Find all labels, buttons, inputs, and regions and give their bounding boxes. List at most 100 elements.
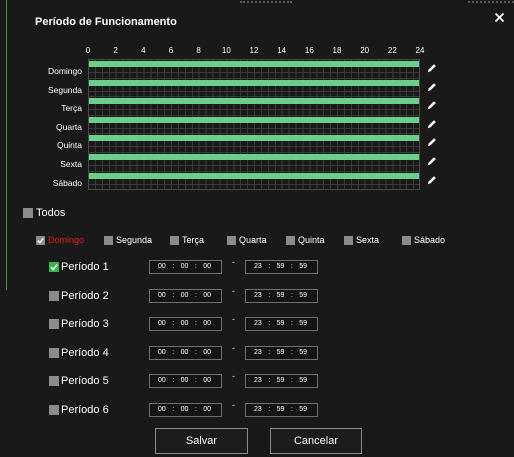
start-second[interactable]: 00 <box>203 263 211 271</box>
pencil-icon[interactable] <box>427 63 437 73</box>
time-separator: : <box>290 320 293 327</box>
period-2-checkbox[interactable] <box>49 291 59 301</box>
end-hour[interactable]: 23 <box>254 320 262 328</box>
end-minute[interactable]: 59 <box>277 263 285 271</box>
start-second[interactable]: 00 <box>203 320 211 328</box>
period-6-checkbox[interactable] <box>49 405 59 415</box>
start-hour[interactable]: 00 <box>158 406 166 414</box>
period-4-label: Período 4 <box>61 347 109 359</box>
pencil-icon[interactable] <box>427 175 437 185</box>
schedule-bar[interactable] <box>88 61 420 67</box>
end-minute[interactable]: 59 <box>277 377 285 385</box>
end-second[interactable]: 59 <box>299 349 307 357</box>
time-separator: : <box>194 292 197 299</box>
period-1-label: Período 1 <box>61 261 109 273</box>
schedule-row-domingo: Domingo <box>0 59 450 78</box>
day-checkbox-sexta[interactable] <box>344 236 353 245</box>
start-second[interactable]: 00 <box>203 377 211 385</box>
day-checkbox-sabado[interactable] <box>402 236 411 245</box>
period-2-end-time[interactable]: 23 : 59 : 59 <box>245 289 318 303</box>
end-second[interactable]: 59 <box>299 263 307 271</box>
start-second[interactable]: 00 <box>203 349 211 357</box>
day-option-quarta: Quarta <box>227 235 287 246</box>
end-minute[interactable]: 59 <box>277 292 285 300</box>
schedule-track[interactable] <box>88 114 420 134</box>
period-1-start-time[interactable]: 00 : 00 : 00 <box>149 260 222 274</box>
end-minute[interactable]: 59 <box>277 320 285 328</box>
schedule-bar[interactable] <box>88 154 420 160</box>
schedule-track[interactable] <box>88 133 420 152</box>
day-checkbox-quarta[interactable] <box>227 236 236 245</box>
period-3-end-time[interactable]: 23 : 59 : 59 <box>245 317 318 331</box>
end-second[interactable]: 59 <box>299 320 307 328</box>
schedule-bar[interactable] <box>88 172 420 179</box>
schedule-track[interactable] <box>88 96 420 115</box>
cancel-button[interactable]: Cancelar <box>270 428 362 454</box>
day-checkbox-segunda[interactable] <box>104 236 113 245</box>
period-4-checkbox[interactable] <box>49 348 59 358</box>
schedule-bar[interactable] <box>88 135 420 142</box>
period-1-end-time[interactable]: 23 : 59 : 59 <box>245 260 318 274</box>
pencil-icon[interactable] <box>427 156 437 166</box>
pencil-icon[interactable] <box>427 119 437 129</box>
save-button[interactable]: Salvar <box>155 428 248 454</box>
schedule-bar[interactable] <box>88 98 420 105</box>
end-second[interactable]: 59 <box>299 406 307 414</box>
pencil-icon[interactable] <box>427 100 437 110</box>
end-hour[interactable]: 23 <box>254 406 262 414</box>
start-minute[interactable]: 00 <box>181 377 189 385</box>
period-5-end-time[interactable]: 23 : 59 : 59 <box>245 374 318 388</box>
end-hour[interactable]: 23 <box>254 377 262 385</box>
start-hour[interactable]: 00 <box>158 292 166 300</box>
period-5-start-time[interactable]: 00 : 00 : 00 <box>149 374 222 388</box>
schedule-row-terca: Terça <box>0 96 450 115</box>
period-1-checkbox[interactable] <box>49 262 59 272</box>
day-checkbox-domingo[interactable] <box>36 236 45 245</box>
end-hour[interactable]: 23 <box>254 263 262 271</box>
start-second[interactable]: 00 <box>203 292 211 300</box>
period-6-start-time[interactable]: 00 : 00 : 00 <box>149 403 222 417</box>
end-minute[interactable]: 59 <box>277 406 285 414</box>
schedule-track[interactable] <box>88 77 420 97</box>
period-5-checkbox[interactable] <box>49 376 59 386</box>
schedule-track[interactable] <box>88 170 420 190</box>
start-minute[interactable]: 00 <box>181 263 189 271</box>
start-hour[interactable]: 00 <box>158 263 166 271</box>
period-4-end-time[interactable]: 23 : 59 : 59 <box>245 346 318 360</box>
start-hour[interactable]: 00 <box>158 320 166 328</box>
start-minute[interactable]: 00 <box>181 406 189 414</box>
period-6-end-time[interactable]: 23 : 59 : 59 <box>245 403 318 417</box>
pencil-icon[interactable] <box>427 137 437 147</box>
day-label: Sábado <box>52 177 82 188</box>
day-checkbox-quinta[interactable] <box>286 236 295 245</box>
start-hour[interactable]: 00 <box>158 377 166 385</box>
close-icon[interactable] <box>494 12 505 23</box>
end-second[interactable]: 59 <box>299 292 307 300</box>
schedule-track[interactable] <box>88 152 420 171</box>
schedule-bar[interactable] <box>88 116 420 123</box>
end-second[interactable]: 59 <box>299 377 307 385</box>
day-label: Quarta <box>56 121 82 132</box>
period-2-start-time[interactable]: 00 : 00 : 00 <box>149 289 222 303</box>
period-3-start-time[interactable]: 00 : 00 : 00 <box>149 317 222 331</box>
start-second[interactable]: 00 <box>203 406 211 414</box>
pencil-icon[interactable] <box>427 82 437 92</box>
start-minute[interactable]: 00 <box>181 320 189 328</box>
range-separator: - <box>232 286 235 296</box>
end-hour[interactable]: 23 <box>254 349 262 357</box>
select-all-checkbox[interactable] <box>23 208 33 218</box>
start-minute[interactable]: 00 <box>181 292 189 300</box>
end-hour[interactable]: 23 <box>254 292 262 300</box>
time-separator: : <box>290 263 293 270</box>
period-row-4: Período 4 00 : 00 : 00 - 23 : 59 : 59 <box>0 344 340 361</box>
schedule-bar[interactable] <box>88 79 420 86</box>
schedule-track[interactable] <box>88 59 420 78</box>
day-checkbox-terca[interactable] <box>170 236 179 245</box>
start-hour[interactable]: 00 <box>158 349 166 357</box>
checkmark-icon <box>50 264 58 271</box>
start-minute[interactable]: 00 <box>181 349 189 357</box>
period-4-start-time[interactable]: 00 : 00 : 00 <box>149 346 222 360</box>
period-3-checkbox[interactable] <box>49 319 59 329</box>
end-minute[interactable]: 59 <box>277 349 285 357</box>
hour-tick-label: 6 <box>168 46 174 55</box>
